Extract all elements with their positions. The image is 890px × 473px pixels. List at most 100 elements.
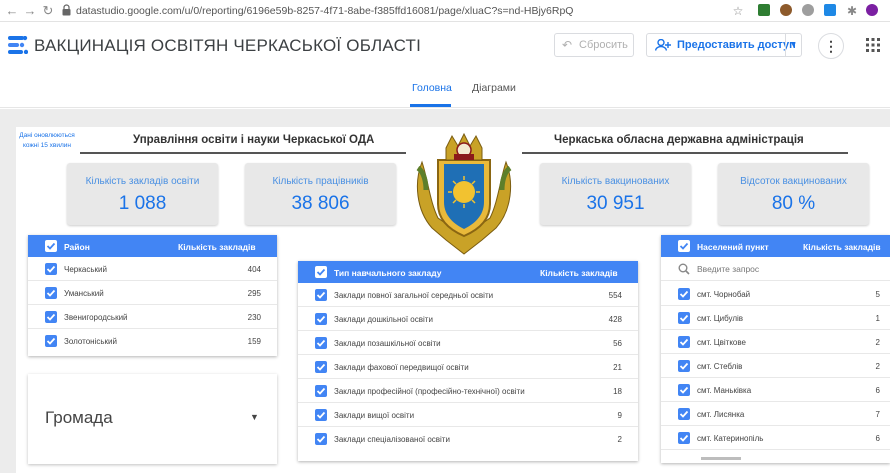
row-checkbox[interactable] [315,313,327,325]
search-input[interactable]: Введите запрос [697,264,759,274]
row-checkbox[interactable] [315,289,327,301]
row-checkbox[interactable] [678,408,690,420]
share-label: Предоставить доступ [677,39,796,51]
active-tab-indicator [410,104,451,107]
row-checkbox[interactable] [315,361,327,373]
table-row[interactable]: Заклади повної загальної середньої освіт… [298,283,638,307]
row-name: Золотоніський [64,337,117,346]
table-header: Район Кількість закладів [28,235,277,257]
kpi-value: 80 % [771,193,816,214]
kpi-value: 30 951 [586,193,645,214]
row-count: 1 [875,314,880,323]
row-checkbox[interactable] [678,432,690,444]
kpi-value: 38 806 [291,193,350,214]
extension-icon[interactable] [824,4,836,16]
table-row[interactable]: смт. Цвіткове 2 [661,330,890,354]
extension-icon[interactable] [780,4,792,16]
row-name: Заклади спеціалізованої освіти [334,435,450,444]
row-count: 2 [617,435,622,444]
row-name: смт. Маньківка [697,386,752,395]
kpi-label: Кількість працівників [272,176,369,187]
back-icon[interactable]: ← [4,3,20,19]
column-header[interactable]: Кількість закладів [178,242,256,252]
row-checkbox[interactable] [45,311,57,323]
undo-icon: ↶ [562,38,573,52]
share-button[interactable]: Предоставить доступ ▼ [646,33,802,57]
row-count: 6 [875,434,880,443]
row-checkbox[interactable] [678,360,690,372]
row-checkbox[interactable] [45,335,57,347]
extension-icon[interactable] [758,4,770,16]
table-row[interactable]: смт. Маньківка 6 [661,378,890,402]
app-header: ВАКЦИНАЦІЯ ОСВІТЯН ЧЕРКАСЬКОЇ ОБЛАСТІ ↶ … [0,22,890,70]
table-row[interactable]: Заклади фахової передвищої освіти 21 [298,355,638,379]
apps-grid-icon[interactable] [866,38,880,52]
select-all-checkbox[interactable] [678,240,690,252]
row-count: 2 [875,338,880,347]
table-row[interactable]: Заклади спеціалізованої освіти 2 [298,427,638,451]
settlement-table: Населений пункт Кількість закладів Введи… [661,235,890,463]
row-count: 7 [875,410,880,419]
row-checkbox[interactable] [45,287,57,299]
row-checkbox[interactable] [678,288,690,300]
table-row[interactable]: смт. Стеблів 2 [661,354,890,378]
gromada-dropdown[interactable]: Громада ▼ [28,374,277,464]
table-row[interactable]: смт. Катеринопіль 6 [661,426,890,450]
row-count: 9 [617,411,622,420]
extension-icon[interactable] [802,4,814,16]
kpi-label: Кількість вакцинованих [561,176,670,187]
row-checkbox[interactable] [678,336,690,348]
kpi-label: Відсоток вакцинованих [740,176,847,187]
table-row[interactable]: Золотоніський 159 [28,329,277,353]
reset-button[interactable]: ↶ Сбросить [554,33,634,57]
more-options-icon[interactable]: ⋮ [818,33,844,59]
column-header[interactable]: Район [64,242,90,252]
forward-icon[interactable]: → [22,3,38,19]
puzzle-icon[interactable]: ✱ [844,3,860,19]
column-header[interactable]: Кількість закладів [540,268,618,278]
column-header[interactable]: Населений пункт [697,242,769,252]
scrollbar[interactable] [701,457,741,460]
tab-home[interactable]: Головна [412,82,452,94]
row-name: смт. Цвіткове [697,338,746,347]
settlement-search[interactable]: Введите запрос [661,257,890,281]
select-all-checkbox[interactable] [315,266,327,278]
table-header: Тип навчального закладу Кількість заклад… [298,261,638,283]
share-dropdown-icon[interactable]: ▼ [785,34,801,56]
row-count: 56 [613,339,622,348]
table-row[interactable]: Заклади дошкільної освіти 428 [298,307,638,331]
row-checkbox[interactable] [678,384,690,396]
table-row[interactable]: Уманський 295 [28,281,277,305]
column-header[interactable]: Тип навчального закладу [334,268,442,278]
table-row[interactable]: Заклади вищої освіти 9 [298,403,638,427]
table-row[interactable]: Заклади професійної (професійно-технічно… [298,379,638,403]
tab-charts[interactable]: Діаграми [472,82,516,94]
row-name: смт. Чорнобай [697,290,751,299]
row-name: смт. Катеринопіль [697,434,764,443]
row-count: 230 [247,313,261,322]
row-name: Заклади дошкільної освіти [334,315,433,324]
kpi-card-percentage: Відсоток вакцинованих 80 % [718,163,869,225]
dropdown-arrow-icon[interactable]: ▼ [250,412,259,422]
section-title-left: Управління освіти і науки Черкаської ОДА [133,134,375,146]
row-checkbox[interactable] [678,312,690,324]
table-row[interactable]: смт. Лисянка 7 [661,402,890,426]
row-checkbox[interactable] [315,409,327,421]
row-checkbox[interactable] [315,433,327,445]
table-row[interactable]: смт. Цибулів 1 [661,306,890,330]
row-checkbox[interactable] [45,263,57,275]
column-header[interactable]: Кількість закладів [803,242,881,252]
address-bar[interactable]: datastudio.google.com/u/0/reporting/6196… [76,3,573,19]
table-row[interactable]: Звенигородський 230 [28,305,277,329]
star-icon[interactable]: ☆ [730,3,746,19]
row-checkbox[interactable] [315,385,327,397]
row-name: Звенигородський [64,313,128,322]
select-all-checkbox[interactable] [45,240,57,252]
reload-icon[interactable]: ↻ [40,3,56,19]
table-row[interactable]: Заклади позашкільної освіти 56 [298,331,638,355]
profile-icon[interactable] [866,4,878,16]
table-row[interactable]: смт. Чорнобай 5 [661,282,890,306]
table-row[interactable]: Черкаський 404 [28,257,277,281]
row-checkbox[interactable] [315,337,327,349]
row-name: Заклади фахової передвищої освіти [334,363,469,372]
